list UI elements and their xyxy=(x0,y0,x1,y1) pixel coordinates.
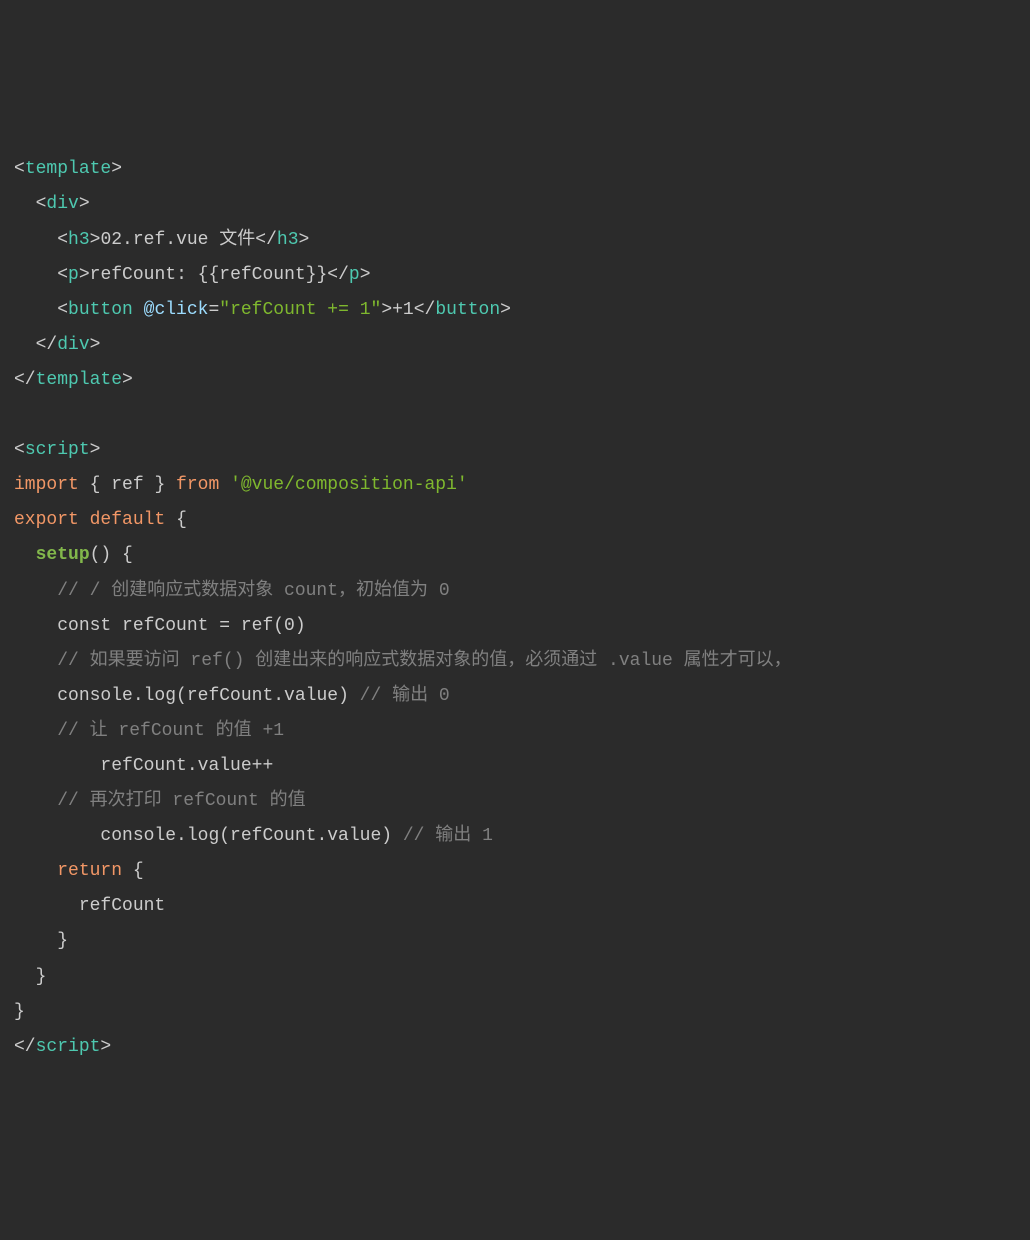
code-line: </template> xyxy=(14,370,133,390)
code-line: <div> xyxy=(14,194,90,214)
code-editor: <template> <div> <h3>02.ref.vue 文件</h3> … xyxy=(14,152,1016,1064)
code-line: export default { xyxy=(14,510,187,530)
code-line: <template> xyxy=(14,159,122,179)
code-line: setup() { xyxy=(14,545,133,565)
code-line: console.log(refCount.value) // 输出 0 xyxy=(14,686,450,706)
code-line: <script> xyxy=(14,440,100,460)
code-line: const refCount = ref(0) xyxy=(14,616,306,636)
code-line: } xyxy=(14,931,68,951)
code-line: // 如果要访问 ref() 创建出来的响应式数据对象的值，必须通过 .valu… xyxy=(14,651,792,671)
code-line: <h3>02.ref.vue 文件</h3> xyxy=(14,230,309,250)
code-line: console.log(refCount.value) // 输出 1 xyxy=(14,826,493,846)
code-line: } xyxy=(14,967,46,987)
code-line: } xyxy=(14,1002,25,1022)
code-line: </script> xyxy=(14,1037,111,1057)
code-line: import { ref } from '@vue/composition-ap… xyxy=(14,475,468,495)
code-line: <button @click="refCount += 1">+1</butto… xyxy=(14,300,511,320)
code-line: // / 创建响应式数据对象 count，初始值为 0 xyxy=(14,581,450,601)
code-line: return { xyxy=(14,861,144,881)
code-line: <p>refCount: {{refCount}}</p> xyxy=(14,265,371,285)
code-line: // 再次打印 refCount 的值 xyxy=(14,791,306,811)
code-line: // 让 refCount 的值 +1 xyxy=(14,721,284,741)
code-line: refCount xyxy=(14,896,165,916)
code-line: refCount.value++ xyxy=(14,756,273,776)
code-line: </div> xyxy=(14,335,100,355)
